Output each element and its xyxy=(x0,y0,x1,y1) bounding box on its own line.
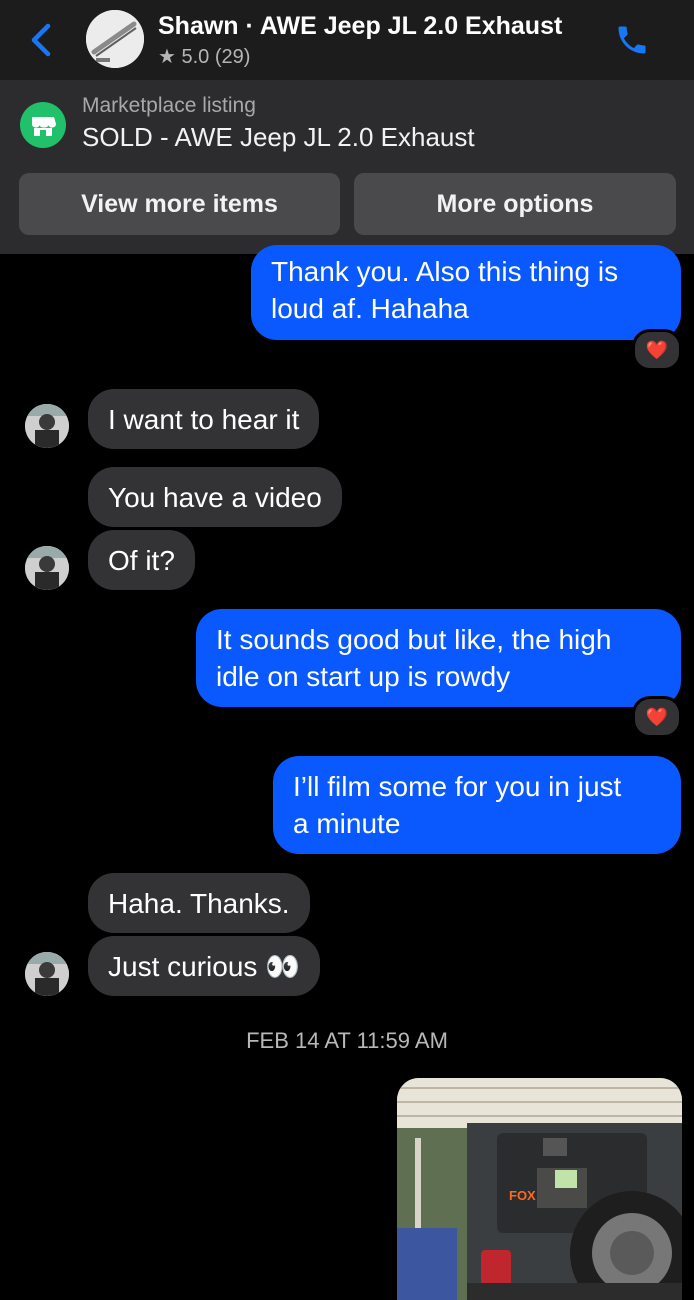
heart-icon: ❤️ xyxy=(645,706,669,727)
incoming-message[interactable]: Just curious 👀 xyxy=(88,936,321,996)
listing-label: Marketplace listing xyxy=(82,94,256,117)
listing-thumbnail[interactable] xyxy=(86,10,144,68)
heart-reaction[interactable]: ❤️ xyxy=(632,329,682,371)
message-line: I’ll film some for you in just xyxy=(293,771,622,802)
incoming-message[interactable]: Of it? xyxy=(88,530,195,590)
more-options-button[interactable]: More options xyxy=(354,173,676,235)
marketplace-shop-icon xyxy=(20,102,66,148)
phone-call-icon[interactable] xyxy=(612,22,652,58)
outgoing-message[interactable]: I’ll film some for you in just a minute xyxy=(273,756,681,854)
message-timestamp: FEB 14 AT 11:59 AM xyxy=(246,1028,448,1053)
incoming-message[interactable]: Haha. Thanks. xyxy=(88,873,310,933)
outgoing-message[interactable]: It sounds good but like, the high idle o… xyxy=(196,609,681,707)
back-chevron-icon[interactable] xyxy=(28,20,58,60)
person-photo-icon xyxy=(25,952,69,996)
photo-message[interactable]: FOX xyxy=(397,1078,682,1300)
marketplace-listing-banner: Marketplace listing SOLD - AWE Jeep JL 2… xyxy=(0,80,694,254)
message-line: Thank you. Also this thing is xyxy=(271,256,619,287)
avatar[interactable] xyxy=(25,404,69,448)
heart-icon: ❤️ xyxy=(645,339,669,360)
chat-header: Shawn · AWE Jeep JL 2.0 Exhaust ★ 5.0 (2… xyxy=(0,0,694,80)
incoming-message[interactable]: I want to hear it xyxy=(88,389,320,449)
view-more-items-button[interactable]: View more items xyxy=(19,173,340,235)
heart-reaction[interactable]: ❤️ xyxy=(632,696,682,738)
message-line: idle on start up is rowdy xyxy=(216,661,511,692)
avatar[interactable] xyxy=(25,952,69,996)
message-line: a minute xyxy=(293,808,401,839)
jeep-photo-image: FOX xyxy=(397,1078,682,1300)
chat-title[interactable]: Shawn · AWE Jeep JL 2.0 Exhaust xyxy=(158,12,562,41)
avatar[interactable] xyxy=(25,546,69,590)
outgoing-message[interactable]: Thank you. Also this thing is loud af. H… xyxy=(251,245,681,340)
listing-title[interactable]: SOLD - AWE Jeep JL 2.0 Exhaust xyxy=(82,122,475,153)
fox-decal: FOX xyxy=(509,1188,536,1203)
incoming-message[interactable]: You have a video xyxy=(88,467,342,527)
person-photo-icon xyxy=(25,546,69,590)
exhaust-pipe-icon xyxy=(86,10,144,68)
message-line: It sounds good but like, the high xyxy=(216,624,612,655)
message-line: loud af. Hahaha xyxy=(271,293,469,324)
person-photo-icon xyxy=(25,404,69,448)
seller-rating: ★ 5.0 (29) xyxy=(158,46,251,68)
